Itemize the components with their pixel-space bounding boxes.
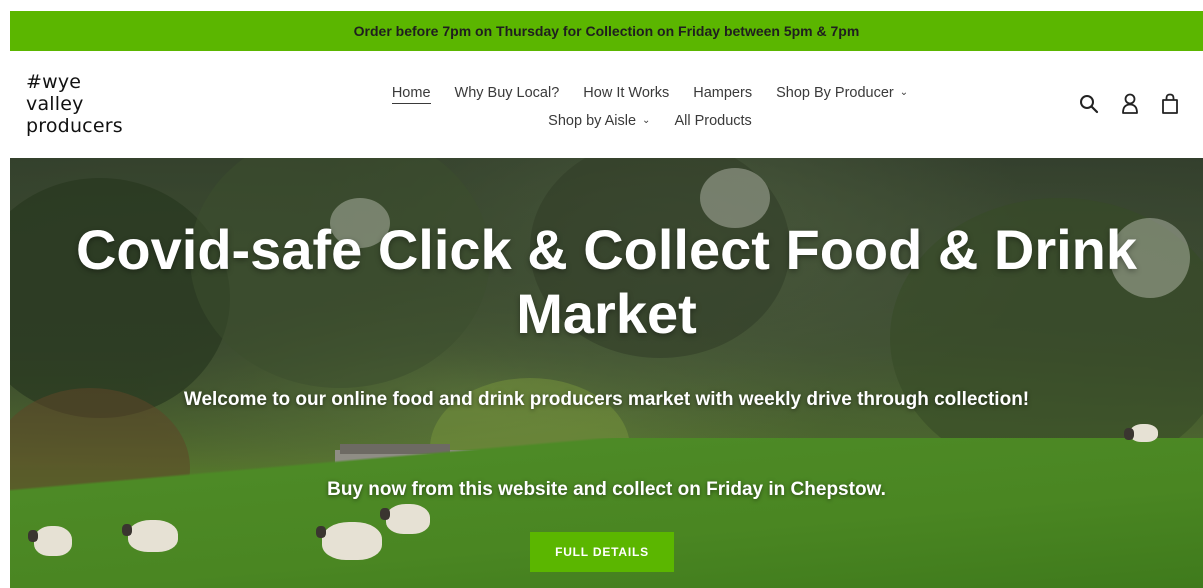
nav-item-all-products[interactable]: All Products	[662, 113, 763, 129]
nav-item-how-it-works[interactable]: How It Works	[571, 85, 681, 101]
nav-row-2: Shop by Aisle ⌄ All Products	[190, 107, 1110, 135]
header-icons	[1079, 93, 1179, 115]
nav-item-hampers[interactable]: Hampers	[681, 85, 764, 101]
site-header: #wye valley producers Home Why Buy Local…	[10, 51, 1203, 158]
announcement-bar: Order before 7pm on Thursday for Collect…	[10, 11, 1203, 51]
search-icon[interactable]	[1079, 94, 1099, 114]
main-nav: Home Why Buy Local? How It Works Hampers…	[190, 79, 1110, 135]
cart-icon[interactable]	[1161, 93, 1179, 115]
nav-item-shop-by-aisle[interactable]: Shop by Aisle ⌄	[536, 113, 662, 129]
nav-item-home[interactable]: Home	[380, 85, 443, 104]
hero-subtitle-collect: Buy now from this website and collect on…	[327, 479, 886, 500]
logo-line-2: valley	[26, 93, 84, 115]
hero-banner: Covid-safe Click & Collect Food & Drink …	[10, 158, 1203, 588]
logo-line-3: producers	[26, 115, 123, 137]
hero-content: Covid-safe Click & Collect Food & Drink …	[10, 158, 1203, 588]
account-icon[interactable]	[1121, 93, 1139, 115]
announcement-text: Order before 7pm on Thursday for Collect…	[353, 23, 860, 39]
site-logo[interactable]: #wye valley producers	[26, 71, 123, 137]
hero-title: Covid-safe Click & Collect Food & Drink …	[75, 218, 1138, 345]
nav-item-why-buy-local[interactable]: Why Buy Local?	[443, 85, 572, 101]
chevron-down-icon: ⌄	[899, 87, 909, 98]
chevron-down-icon: ⌄	[642, 115, 651, 126]
logo-line-1: #wye	[26, 71, 82, 93]
nav-row-1: Home Why Buy Local? How It Works Hampers…	[190, 79, 1110, 107]
nav-item-shop-by-producer[interactable]: Shop By Producer ⌄	[764, 85, 920, 101]
hero-subtitle: Welcome to our online food and drink pro…	[183, 389, 1030, 410]
full-details-button[interactable]: FULL DETAILS	[530, 532, 674, 572]
